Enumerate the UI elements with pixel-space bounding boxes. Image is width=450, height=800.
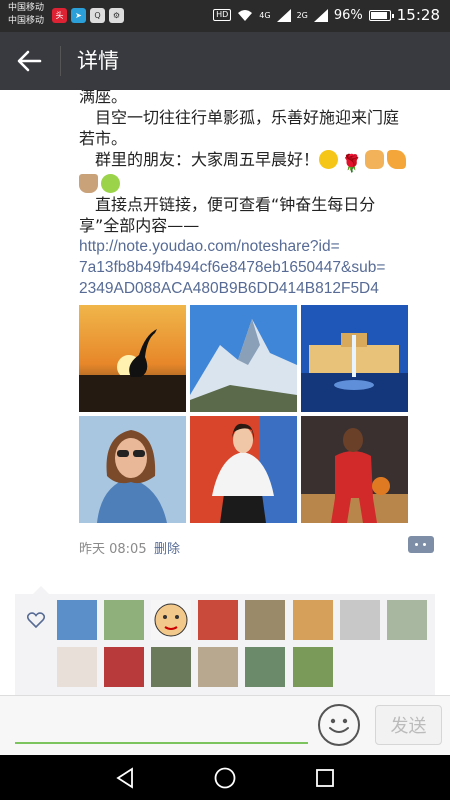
photo-snow-mountain[interactable]: [190, 305, 297, 412]
pray-emoji: [387, 150, 407, 169]
photo-sunset-crane[interactable]: [79, 305, 186, 412]
avatar[interactable]: [104, 600, 144, 640]
post-text-line: 满座。: [79, 90, 128, 106]
avatar[interactable]: [245, 600, 285, 640]
signal-icon-2: [313, 8, 328, 22]
photo-palace-fountain[interactable]: [301, 305, 408, 412]
emoji-button[interactable]: [318, 704, 360, 746]
likes-box: [15, 586, 435, 695]
page-title: 详情: [77, 49, 119, 73]
wifi-icon: [238, 9, 253, 21]
hd-badge: HD: [213, 9, 232, 21]
note-link-line[interactable]: 7a13fb8b49fb494cf6e8478eb1650447&sub=: [79, 257, 439, 278]
avatar[interactable]: [293, 647, 333, 687]
signal-icon-1: [276, 8, 291, 22]
comment-button[interactable]: [408, 536, 434, 553]
notification-icons: 头 ➤ Q ⚙: [52, 8, 124, 23]
note-link-line[interactable]: http://note.youdao.com/noteshare?id=: [79, 236, 439, 257]
clock: 15:28: [396, 6, 440, 24]
send-button[interactable]: 发送: [375, 705, 442, 745]
settings-app-icon: ⚙: [109, 8, 124, 23]
comment-input[interactable]: [15, 706, 308, 744]
avatar[interactable]: [387, 600, 427, 640]
photo-woman-sunglasses[interactable]: [79, 416, 186, 523]
avatar[interactable]: [104, 647, 144, 687]
avatar[interactable]: [57, 647, 97, 687]
signal-type-1: 4G: [259, 10, 271, 20]
square-recents-icon: [316, 769, 334, 787]
system-nav-bar: [0, 755, 450, 800]
post-text-line: [79, 173, 439, 194]
smiley-icon: [329, 718, 349, 733]
post-time: 昨天 08:05: [79, 542, 147, 557]
smile-emoji: [319, 150, 339, 169]
back-arrow-icon: [17, 50, 42, 72]
status-indicators: HD 4G 2G 96% 15:28: [213, 6, 440, 24]
avatar[interactable]: [198, 600, 238, 640]
toutiao-icon: 头: [52, 8, 67, 23]
carrier-label-1: 中国移动: [8, 3, 45, 13]
post-text-line: 目空一切往往行单影孤，乐善好施迎来门庭: [79, 108, 400, 127]
post-text-line: 若市。: [79, 129, 128, 148]
post-text-line: 直接点开链接，便可查看“钟奋生每日分: [79, 195, 376, 214]
post-detail[interactable]: 满座。 目空一切往往行单影孤，乐善好施迎来门庭 若市。 群里的朋友：大家周五早晨…: [0, 90, 450, 695]
battery-icon: [368, 9, 394, 21]
greeting-text: 群里的朋友：大家周五早晨好！: [79, 150, 320, 169]
avatar[interactable]: [151, 600, 191, 640]
avatar[interactable]: [57, 600, 97, 640]
avatar[interactable]: [151, 647, 191, 687]
search-app-icon: Q: [90, 8, 105, 23]
telegram-icon: ➤: [71, 8, 86, 23]
title-bar: 详情: [0, 32, 450, 90]
triangle-back-icon: [116, 767, 133, 789]
photo-basketball-player[interactable]: [301, 416, 408, 523]
avatar[interactable]: [340, 600, 380, 640]
status-bar: 中国移动 中国移动 头 ➤ Q ⚙ HD 4G 2G 96% 15:28: [0, 0, 450, 32]
battery-percent: 96%: [333, 7, 363, 23]
signal-type-2: 2G: [296, 10, 308, 20]
nav-home-button[interactable]: [213, 766, 237, 790]
coffee-emoji: [79, 174, 98, 193]
avatar[interactable]: [293, 600, 333, 640]
baby-emoji: [101, 174, 120, 193]
avatar[interactable]: [245, 647, 285, 687]
post-text-line: 群里的朋友：大家周五早晨好！ 🌹: [79, 149, 439, 174]
delete-button[interactable]: 删除: [154, 538, 180, 557]
circle-home-icon: [214, 767, 236, 789]
post-text: 满座。 目空一切往往行单影孤，乐善好施迎来门庭 若市。 群里的朋友：大家周五早晨…: [79, 90, 439, 299]
heart-icon: [27, 612, 45, 628]
comment-input-bar: 发送: [0, 695, 450, 755]
nav-recents-button[interactable]: [313, 766, 337, 790]
note-link-line[interactable]: 2349AD088ACA480B9B6DD414B812F5D4: [79, 278, 439, 299]
rose-emoji: 🌹: [341, 154, 363, 174]
title-divider: [60, 46, 61, 76]
post-text-line: 享”全部内容——: [79, 216, 200, 235]
photo-woman-white-blouse[interactable]: [190, 416, 297, 523]
back-button[interactable]: [12, 45, 46, 77]
nav-back-button[interactable]: [113, 766, 137, 790]
carrier-label-2: 中国移动: [8, 16, 45, 26]
avatar[interactable]: [198, 647, 238, 687]
handshake-emoji: [365, 150, 385, 169]
